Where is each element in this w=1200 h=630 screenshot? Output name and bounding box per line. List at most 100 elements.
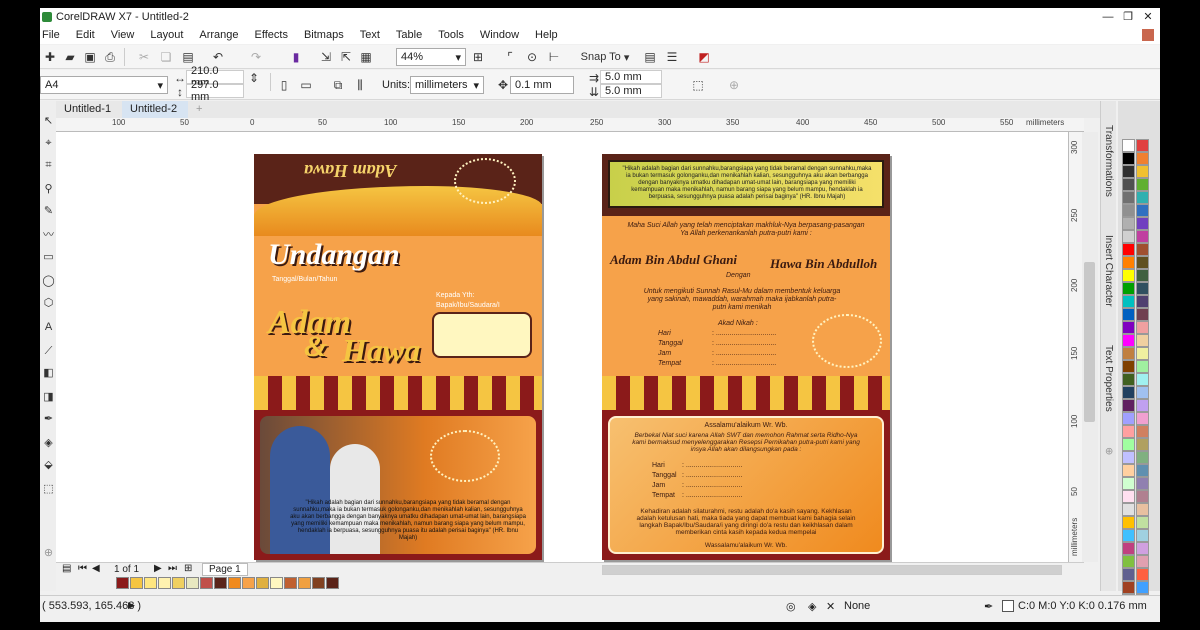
document-palette-swatch[interactable] (130, 577, 143, 589)
crop-tool-icon[interactable]: ⌗ (42, 159, 55, 172)
palette-swatch[interactable] (1136, 347, 1149, 360)
tab-untitled-2[interactable]: Untitled-2 (122, 101, 188, 118)
palette-swatch[interactable] (1122, 516, 1135, 529)
palette-swatch[interactable] (1136, 269, 1149, 282)
palette-swatch[interactable] (1122, 555, 1135, 568)
palette-swatch[interactable] (1136, 490, 1149, 503)
new-document-icon[interactable]: ✚ (42, 49, 58, 65)
palette-swatch[interactable] (1122, 139, 1135, 152)
palette-swatch[interactable] (1136, 178, 1149, 191)
horizontal-scrollbar[interactable] (602, 565, 1062, 575)
close-button[interactable]: ✕ (1136, 8, 1160, 26)
snap-to-button[interactable]: Snap To ▾ (580, 49, 630, 65)
treat-as-filled-icon[interactable]: ⬚ (690, 77, 706, 93)
menu-file[interactable]: File (40, 29, 68, 41)
document-palette-swatch[interactable] (298, 577, 311, 589)
play-icon[interactable]: ▶ (128, 600, 135, 611)
palette-swatch[interactable] (1136, 217, 1149, 230)
landscape-icon[interactable]: ▭ (298, 77, 314, 93)
show-grid-icon[interactable]: ⊙ (524, 49, 540, 65)
ellipse-tool-icon[interactable]: ◯ (42, 275, 55, 288)
palette-swatch[interactable] (1136, 139, 1149, 152)
palette-swatch[interactable] (1122, 230, 1135, 243)
palette-swatch[interactable] (1122, 347, 1135, 360)
options-icon[interactable]: ▤ (642, 49, 658, 65)
menu-layout[interactable]: Layout (142, 29, 191, 41)
pick-tool-icon[interactable]: ↖ (42, 115, 55, 128)
page-height-input[interactable]: 297.0 mm (186, 79, 244, 103)
palette-swatch[interactable] (1136, 516, 1149, 529)
palette-swatch[interactable] (1136, 230, 1149, 243)
palette-swatch[interactable] (1122, 477, 1135, 490)
palette-swatch[interactable] (1122, 490, 1135, 503)
portrait-icon[interactable]: ▯ (276, 77, 292, 93)
redo-icon[interactable]: ↷ (248, 49, 264, 65)
menu-edit[interactable]: Edit (68, 29, 103, 41)
paste-icon[interactable]: ▤ (180, 49, 196, 65)
palette-swatch[interactable] (1136, 334, 1149, 347)
previous-page-icon[interactable]: ◀ (92, 563, 100, 574)
palette-swatch[interactable] (1122, 529, 1135, 542)
shape-tool-icon[interactable]: ⌖ (42, 137, 55, 150)
palette-swatch[interactable] (1136, 295, 1149, 308)
menu-arrange[interactable]: Arrange (191, 29, 246, 41)
palette-swatch[interactable] (1122, 334, 1135, 347)
palette-swatch[interactable] (1122, 178, 1135, 191)
palette-swatch[interactable] (1136, 555, 1149, 568)
add-page-icon[interactable]: ⊞ (184, 563, 192, 574)
palette-swatch[interactable] (1136, 165, 1149, 178)
add-quick-customize-icon[interactable]: ⊕ (726, 77, 742, 93)
application-launcher-icon[interactable]: ☰ (664, 49, 680, 65)
lock-ratio-icon[interactable]: ⇕ (246, 70, 262, 86)
palette-swatch[interactable] (1122, 360, 1135, 373)
palette-swatch[interactable] (1136, 399, 1149, 412)
palette-swatch[interactable] (1122, 295, 1135, 308)
all-pages-icon[interactable]: ⧉ (330, 77, 346, 93)
page-size-combo[interactable]: A4 ▾ (40, 76, 168, 94)
palette-swatch[interactable] (1136, 308, 1149, 321)
palette-swatch[interactable] (1136, 386, 1149, 399)
units-combo[interactable]: millimeters ▾ (410, 76, 484, 94)
palette-swatch[interactable] (1136, 503, 1149, 516)
palette-swatch[interactable] (1136, 451, 1149, 464)
palette-swatch[interactable] (1136, 438, 1149, 451)
front-page[interactable]: Adam Hawa Undangan Tanggal/Bulan/Tahun A… (254, 154, 542, 560)
document-palette-swatch[interactable] (228, 577, 241, 589)
welcome-screen-icon[interactable]: ◩ (696, 49, 712, 65)
document-palette-swatch[interactable] (116, 577, 129, 589)
polygon-tool-icon[interactable]: ⬡ (42, 297, 55, 310)
docker-tab-text-properties[interactable]: Text Properties (1103, 345, 1114, 412)
document-palette-swatch[interactable] (326, 577, 339, 589)
import-icon[interactable]: ⇲ (318, 49, 334, 65)
palette-swatch[interactable] (1122, 503, 1135, 516)
inner-page[interactable]: "Hikah adalah bagian dari sunnahku,baran… (602, 154, 890, 560)
drawing-canvas[interactable]: Adam Hawa Undangan Tanggal/Bulan/Tahun A… (56, 132, 1068, 562)
color-proof-icon[interactable]: ◎ (786, 600, 796, 613)
publish-pdf-icon[interactable]: ▦ (358, 49, 374, 65)
document-palette-swatch[interactable] (186, 577, 199, 589)
palette-swatch[interactable] (1122, 464, 1135, 477)
smart-fill-icon[interactable]: ⬙ (42, 459, 55, 472)
rectangle-tool-icon[interactable]: ▭ (42, 251, 55, 264)
palette-swatch[interactable] (1122, 399, 1135, 412)
document-palette-swatch[interactable] (256, 577, 269, 589)
palette-swatch[interactable] (1122, 451, 1135, 464)
last-page-icon[interactable]: ⏭ (168, 563, 177, 574)
palette-swatch[interactable] (1122, 243, 1135, 256)
palette-swatch[interactable] (1122, 165, 1135, 178)
palette-swatch[interactable] (1122, 581, 1135, 594)
menu-window[interactable]: Window (472, 29, 527, 41)
vertical-scrollbar[interactable] (1082, 132, 1098, 562)
document-palette-swatch[interactable] (172, 577, 185, 589)
add-tool-icon[interactable]: ⊕ (42, 547, 55, 560)
palette-swatch[interactable] (1136, 412, 1149, 425)
open-icon[interactable]: ▰ (62, 49, 78, 65)
document-palette-swatch[interactable] (270, 577, 283, 589)
palette-swatch[interactable] (1122, 321, 1135, 334)
palette-swatch[interactable] (1122, 568, 1135, 581)
duplicate-y-input[interactable]: 5.0 mm (600, 84, 662, 98)
first-page-icon[interactable]: ⏮ (78, 563, 87, 574)
palette-swatch[interactable] (1136, 321, 1149, 334)
current-page-icon[interactable]: ⫼ (352, 77, 368, 93)
palette-swatch[interactable] (1136, 425, 1149, 438)
